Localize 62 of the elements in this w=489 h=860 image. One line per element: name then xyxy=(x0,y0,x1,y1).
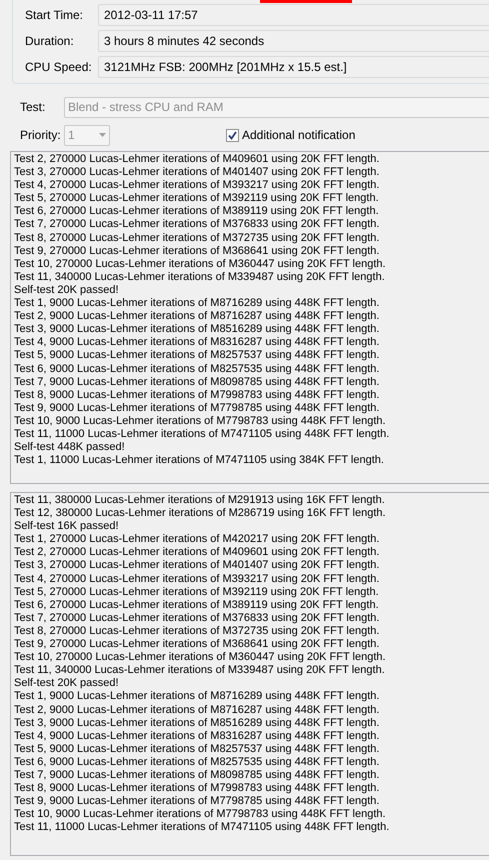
log-line: Self-test 20K passed! xyxy=(14,284,120,298)
log-line: Test 11, 340000 Lucas-Lehmer iterations of M339487 using 20K FFT length. xyxy=(14,270,386,284)
log-line: Test 11, 11000 Lucas-Lehmer iterations of M7471105 using 448K FFT length. xyxy=(14,428,390,442)
log-line: Test 4, 9000 Lucas-Lehmer iterations of M8316287 using 448K FFT length. xyxy=(14,336,380,350)
log-line: Test 8, 270000 Lucas-Lehmer iterations of M372735 using 20K FFT length. xyxy=(14,624,380,638)
log-line: Test 5, 270000 Lucas-Lehmer iterations of M392119 using 20K FFT length. xyxy=(14,192,380,206)
log-line: Test 6, 9000 Lucas-Lehmer iterations of M8257535 using 448K FFT length. xyxy=(14,362,380,376)
log-line: Test 6, 9000 Lucas-Lehmer iterations of M8257535 using 448K FFT length. xyxy=(14,756,380,769)
field-label: Duration: xyxy=(25,33,75,50)
log-line: Test 6, 270000 Lucas-Lehmer iterations of M389119 using 20K FFT length. xyxy=(14,598,380,612)
read-only-field[interactable]: 3 hours 8 minutes 42 seconds xyxy=(98,30,489,52)
log-line: Test 8, 9000 Lucas-Lehmer iterations of M7998783 using 448K FFT length. xyxy=(14,782,380,796)
log-line: Test 5, 9000 Lucas-Lehmer iterations of M8257537 using 448K FFT length. xyxy=(14,349,380,362)
log-line: Test 2, 270000 Lucas-Lehmer iterations of M409601 using 20K FFT length. xyxy=(14,153,380,166)
log-line: Test 5, 270000 Lucas-Lehmer iterations of M392119 using 20K FFT length. xyxy=(14,586,380,599)
log-line: Test 9, 270000 Lucas-Lehmer iterations of M368641 using 20K FFT length. xyxy=(14,244,380,258)
log-line: Test 7, 9000 Lucas-Lehmer iterations of M8098785 using 448K FFT length. xyxy=(14,768,380,782)
log-line: Test 12, 380000 Lucas-Lehmer iterations of M286719 using 16K FFT length. xyxy=(14,507,387,520)
checkmark-icon xyxy=(228,130,237,140)
log-line: Test 3, 270000 Lucas-Lehmer iterations of M401407 using 20K FFT length. xyxy=(14,166,380,180)
log-line: Test 8, 270000 Lucas-Lehmer iterations of M372735 using 20K FFT length. xyxy=(14,232,380,245)
log-line: Test 9, 9000 Lucas-Lehmer iterations of M7798785 using 448K FFT length. xyxy=(14,795,380,808)
log-line: Test 2, 9000 Lucas-Lehmer iterations of M8716287 using 448K FFT length. xyxy=(14,310,380,324)
log-line: Test 10, 9000 Lucas-Lehmer iterations of M7798783 using 448K FFT length. xyxy=(14,808,387,822)
log-line: Test 4, 270000 Lucas-Lehmer iterations of M393217 using 20K FFT length. xyxy=(14,572,380,586)
log-line: Test 9, 9000 Lucas-Lehmer iterations of M7798785 using 448K FFT length. xyxy=(14,402,380,415)
read-only-field[interactable]: 2012-03-11 17:57 xyxy=(98,4,489,26)
log-line: Test 1, 9000 Lucas-Lehmer iterations of M8716289 using 448K FFT length. xyxy=(14,690,380,704)
log-line: Test 10, 9000 Lucas-Lehmer iterations of M7798783 using 448K FFT length. xyxy=(14,414,387,428)
log-line: Test 4, 9000 Lucas-Lehmer iterations of M8316287 using 448K FFT length. xyxy=(14,730,380,743)
log-line: Test 7, 270000 Lucas-Lehmer iterations of M376833 using 20K FFT length. xyxy=(14,218,380,232)
log-line: Test 11, 340000 Lucas-Lehmer iterations of M339487 using 20K FFT length. xyxy=(14,664,386,678)
log-line: Self-test 20K passed! xyxy=(14,677,120,690)
log-line: Test 8, 9000 Lucas-Lehmer iterations of M7998783 using 448K FFT length. xyxy=(14,388,380,402)
checkbox-label[interactable]: Additional notification xyxy=(242,126,356,144)
log-line: Self-test 16K passed! xyxy=(14,520,120,534)
log-line: Self-test 448K passed! xyxy=(14,441,126,454)
log-line: Test 2, 9000 Lucas-Lehmer iterations of M8716287 using 448K FFT length. xyxy=(14,704,380,717)
log-line: Test 7, 9000 Lucas-Lehmer iterations of M8098785 using 448K FFT length. xyxy=(14,376,380,389)
log-line: Test 7, 270000 Lucas-Lehmer iterations of M376833 using 20K FFT length. xyxy=(14,612,380,625)
log-line: Test 3, 9000 Lucas-Lehmer iterations of M8516289 using 448K FFT length. xyxy=(14,323,380,336)
log-line: Test 11, 380000 Lucas-Lehmer iterations of M291913 using 16K FFT length. xyxy=(14,494,386,508)
log-line: Test 1, 11000 Lucas-Lehmer iterations of M7471105 using 384K FFT length. xyxy=(14,454,385,468)
checkbox[interactable] xyxy=(226,128,239,142)
log-line: Test 10, 270000 Lucas-Lehmer iterations of M360447 using 20K FFT length. xyxy=(14,258,387,271)
log-line: Test 11, 11000 Lucas-Lehmer iterations of M7471105 using 448K FFT length. xyxy=(14,821,390,834)
read-only-field[interactable]: 3121MHz FSB: 200MHz [201MHz x 15.5 est.] xyxy=(98,56,489,78)
test-label: Test: xyxy=(20,99,46,116)
field-label: CPU Speed: xyxy=(25,59,93,76)
log-line: Test 6, 270000 Lucas-Lehmer iterations of M389119 using 20K FFT length. xyxy=(14,205,380,218)
log-line: Test 4, 270000 Lucas-Lehmer iterations of M393217 using 20K FFT length. xyxy=(14,179,380,192)
log-line: Test 3, 9000 Lucas-Lehmer iterations of M8516289 using 448K FFT length. xyxy=(14,716,380,730)
log-line: Test 3, 270000 Lucas-Lehmer iterations of M401407 using 20K FFT length. xyxy=(14,559,380,573)
log-line: Test 2, 270000 Lucas-Lehmer iterations of M409601 using 20K FFT length. xyxy=(14,546,380,560)
log-line: Test 10, 270000 Lucas-Lehmer iterations of M360447 using 20K FFT length. xyxy=(14,651,387,664)
dropdown-caret-icon xyxy=(99,133,106,137)
priority-label: Priority: xyxy=(20,127,62,144)
field-label: Start Time: xyxy=(25,7,84,24)
log-line: Test 9, 270000 Lucas-Lehmer iterations of M368641 using 20K FFT length. xyxy=(14,638,380,652)
log-line: Test 1, 9000 Lucas-Lehmer iterations of M8716289 using 448K FFT length. xyxy=(14,297,380,310)
log-line: Test 1, 270000 Lucas-Lehmer iterations of M420217 using 20K FFT length. xyxy=(14,533,380,546)
log-line: Test 5, 9000 Lucas-Lehmer iterations of M8257537 using 448K FFT length. xyxy=(14,742,380,756)
